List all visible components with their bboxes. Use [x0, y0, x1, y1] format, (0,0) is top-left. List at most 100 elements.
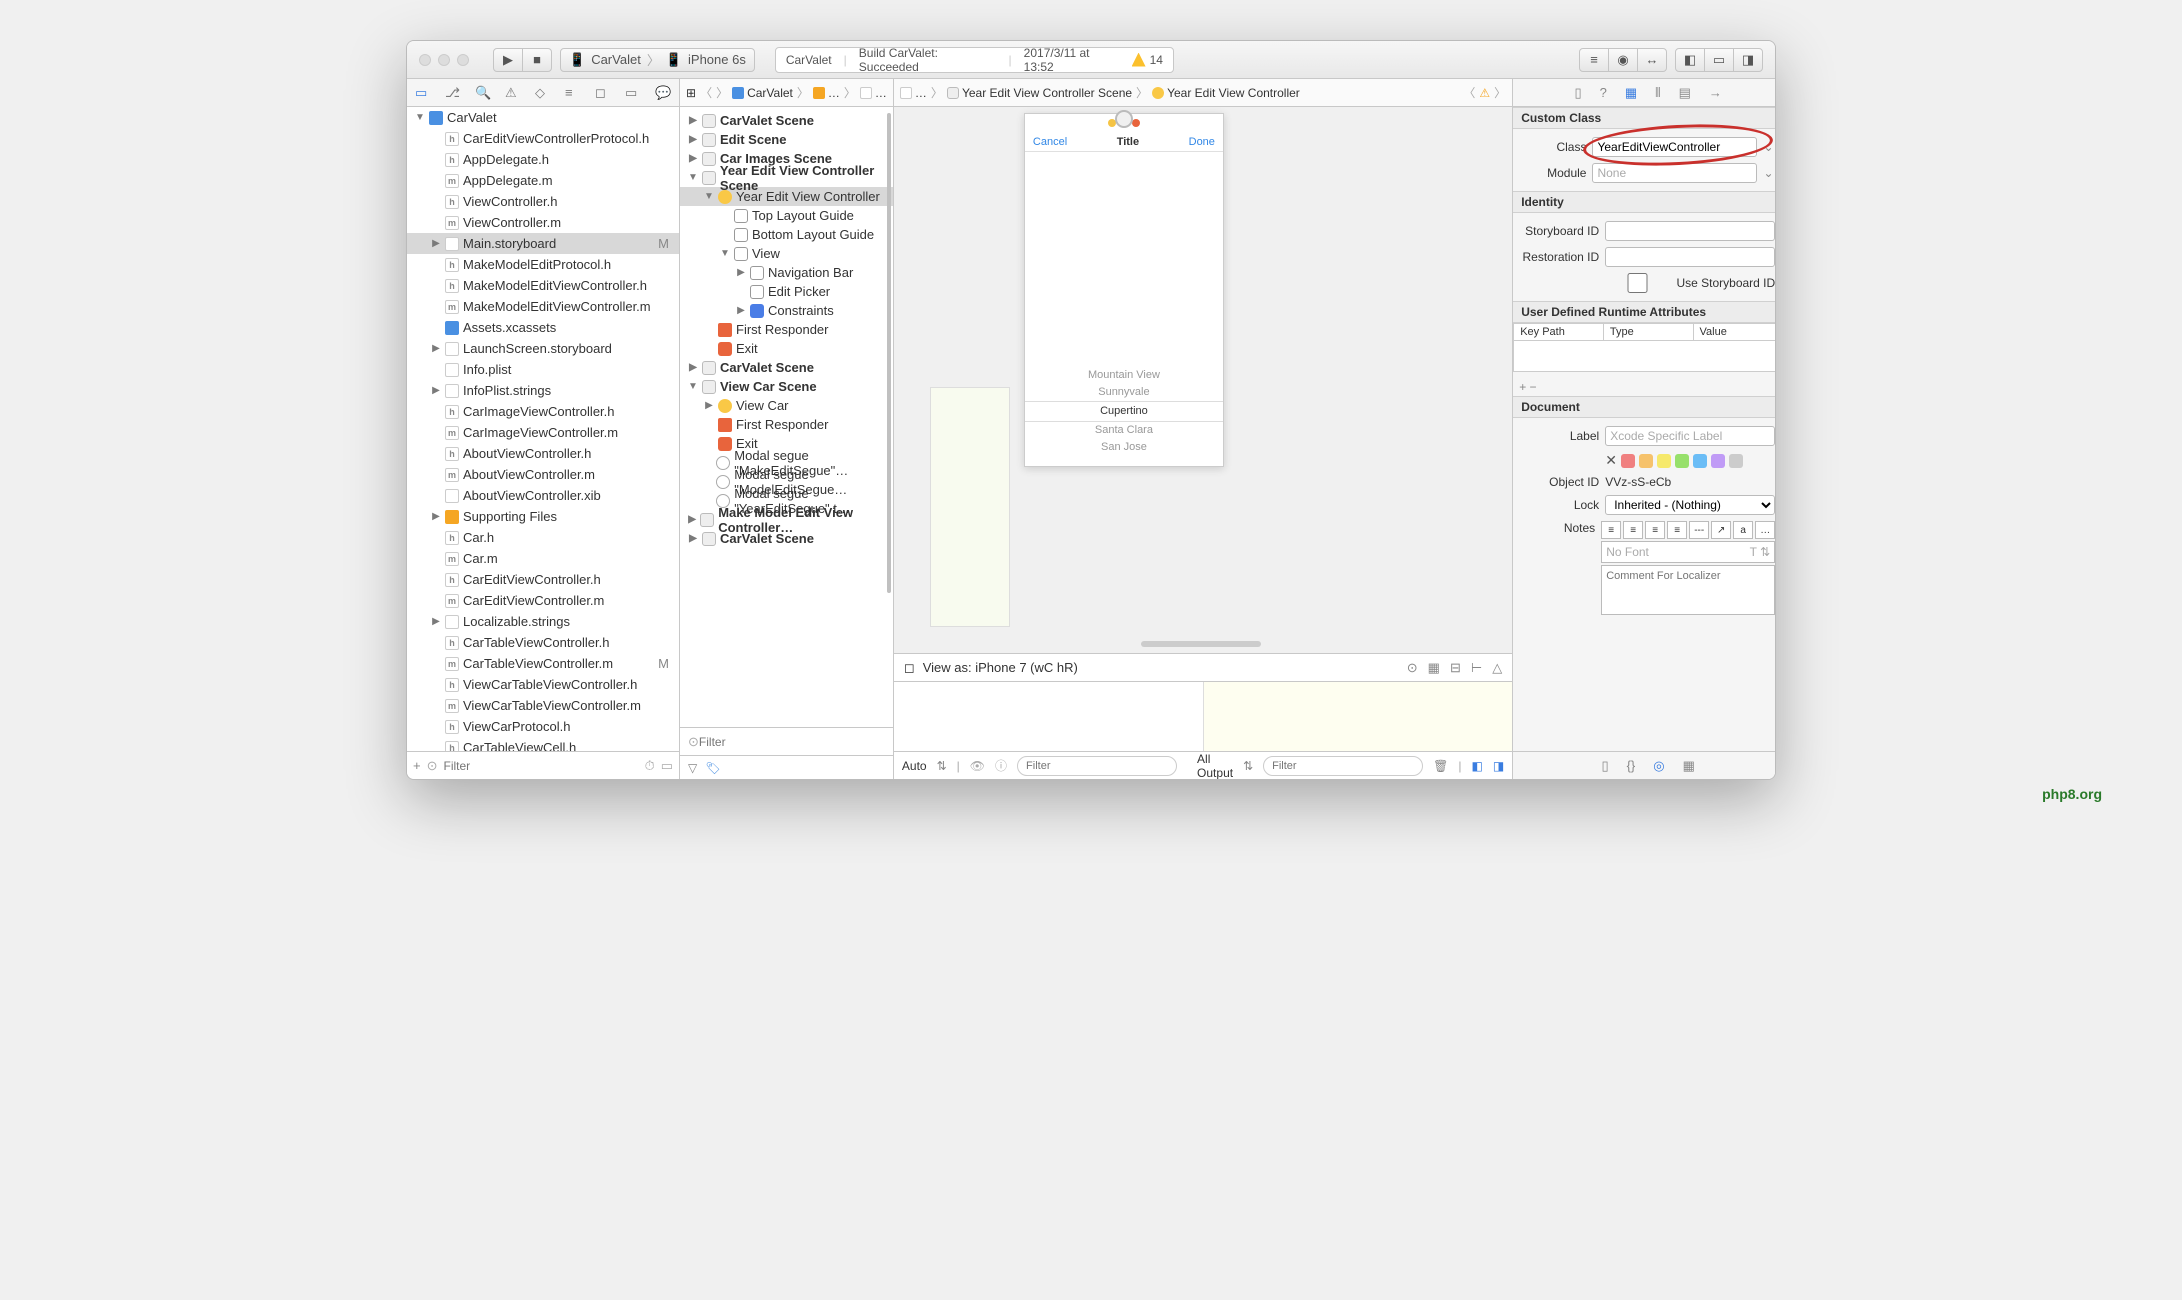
jump-bar-item[interactable]: … [860, 86, 887, 100]
tree-row[interactable]: hViewCarTableViewController.h [407, 674, 679, 695]
tree-row[interactable]: hCarEditViewController.h [407, 569, 679, 590]
toggle-navigator-button[interactable]: ◧ [1675, 48, 1705, 72]
identity-inspector-tab[interactable]: ▦ [1625, 85, 1637, 101]
scene-dock-icon[interactable] [1115, 110, 1133, 128]
purple-swatch[interactable] [1711, 454, 1725, 468]
align-right-button[interactable]: ≡ [1645, 521, 1665, 539]
exit-icon[interactable] [1132, 119, 1140, 127]
report-navigator-tab[interactable]: 💬 [655, 85, 671, 101]
tree-row[interactable]: mCarTableViewController.mM [407, 653, 679, 674]
align-justify-button[interactable]: ≡ [1667, 521, 1687, 539]
jump-bar-viewcontroller[interactable]: Year Edit View Controller [1152, 86, 1300, 100]
outline-row[interactable]: ▶Make Model Edit View Controller… [680, 510, 893, 529]
size-inspector-tab[interactable]: ▤ [1679, 85, 1691, 101]
phone-scene[interactable]: Cancel Title Done Mountain ViewSunnyvale… [1024, 113, 1224, 467]
outline-row[interactable]: ▶View Car [680, 396, 893, 415]
resolve-icon[interactable]: △ [1492, 660, 1502, 676]
outline-row[interactable]: First Responder [680, 415, 893, 434]
tree-row[interactable]: hViewCarProtocol.h [407, 716, 679, 737]
tree-row[interactable]: hCarImageViewController.h [407, 401, 679, 422]
tree-row[interactable]: mViewController.m [407, 212, 679, 233]
minimize-window-button[interactable] [438, 54, 450, 66]
done-button[interactable]: Done [1189, 136, 1215, 148]
test-navigator-tab[interactable]: ≡ [565, 85, 581, 101]
pin-icon[interactable]: ⊢ [1471, 660, 1482, 676]
back-button[interactable]: 〈 [700, 84, 712, 101]
connections-inspector-tab[interactable]: → [1709, 85, 1722, 100]
toggle-inspector-button[interactable]: ◨ [1733, 48, 1763, 72]
tree-row[interactable]: hCar.h [407, 527, 679, 548]
zoom-window-button[interactable] [457, 54, 469, 66]
cancel-button[interactable]: Cancel [1033, 136, 1067, 148]
storyboard-canvas[interactable]: Cancel Title Done Mountain ViewSunnyvale… [894, 107, 1512, 653]
outline-row[interactable]: First Responder [680, 320, 893, 339]
project-tree[interactable]: ▼CarValethCarEditViewControllerProtocol.… [407, 107, 679, 751]
tree-row[interactable]: ▶InfoPlist.strings [407, 380, 679, 401]
tree-row[interactable]: mAppDelegate.m [407, 170, 679, 191]
hr-button[interactable]: --- [1689, 521, 1709, 539]
tree-row[interactable]: hViewController.h [407, 191, 679, 212]
outline-filter-input[interactable] [699, 735, 885, 749]
attributes-inspector-tab[interactable]: ⫴ [1655, 85, 1660, 101]
breakpoint-navigator-tab[interactable]: ▭ [625, 85, 641, 101]
align-center-button[interactable]: ≡ [1623, 521, 1643, 539]
media-library-tab[interactable]: ▦ [1683, 758, 1695, 774]
tree-row[interactable]: ▼CarValet [407, 107, 679, 128]
close-window-button[interactable] [419, 54, 431, 66]
doc-label-input[interactable] [1605, 426, 1775, 446]
orange-swatch[interactable] [1639, 454, 1653, 468]
tree-row[interactable]: AboutViewController.xib [407, 485, 679, 506]
tree-row[interactable]: mCar.m [407, 548, 679, 569]
tree-row[interactable]: mViewCarTableViewController.m [407, 695, 679, 716]
console-view[interactable] [1204, 682, 1513, 751]
find-navigator-tab[interactable]: ⚠ [505, 85, 521, 101]
tree-row[interactable]: ▶LaunchScreen.storyboard [407, 338, 679, 359]
font-picker-icon[interactable]: T ⇅ [1750, 545, 1771, 559]
use-storyboard-id-checkbox[interactable] [1605, 273, 1670, 293]
jump-bar-folder[interactable]: … [813, 86, 840, 100]
embed-icon[interactable]: ▦ [1428, 660, 1440, 676]
debug-navigator-tab[interactable]: ◻ [595, 85, 611, 101]
tag-toggle-icon[interactable]: ▽ [688, 761, 697, 775]
toggle-vars-icon[interactable]: ◧ [1472, 759, 1483, 773]
tree-row[interactable]: Assets.xcassets [407, 317, 679, 338]
red-swatch[interactable] [1621, 454, 1635, 468]
file-inspector-tab[interactable]: ▯ [1574, 85, 1581, 101]
auto-selector[interactable]: Auto [902, 759, 927, 773]
outline-row[interactable]: ▼View [680, 244, 893, 263]
localizer-comment-input[interactable] [1601, 565, 1775, 615]
variables-filter[interactable] [1017, 756, 1177, 776]
outline-tree[interactable]: ▶CarValet Scene▶Edit Scene▶Car Images Sc… [680, 107, 893, 727]
navigator-filter-input[interactable] [444, 759, 639, 773]
project-navigator-tab[interactable]: ▭ [415, 85, 431, 101]
variables-view[interactable] [894, 682, 1204, 751]
module-input[interactable] [1592, 163, 1757, 183]
tree-row[interactable]: Info.plist [407, 359, 679, 380]
tree-row[interactable]: hCarTableViewController.h [407, 632, 679, 653]
tree-row[interactable]: hCarTableViewCell.h [407, 737, 679, 751]
background-scene[interactable] [930, 387, 1010, 627]
issue-navigator-tab[interactable]: ◇ [535, 85, 551, 101]
green-swatch[interactable] [1675, 454, 1689, 468]
file-template-library-tab[interactable]: ▯ [1601, 758, 1608, 774]
outline-toggle-icon[interactable]: ◻ [904, 660, 915, 676]
picker-view[interactable]: Mountain ViewSunnyvaleCupertinoSanta Cla… [1025, 367, 1223, 456]
outline-row[interactable]: Exit [680, 339, 893, 358]
no-color-icon[interactable]: ✕ [1605, 452, 1617, 469]
jump-bar-project[interactable]: CarValet [732, 86, 793, 100]
canvas-scrollbar[interactable] [1141, 641, 1261, 647]
forward-button[interactable]: 〉 [716, 84, 728, 101]
outline-row[interactable]: Edit Picker [680, 282, 893, 301]
blue-swatch[interactable] [1693, 454, 1707, 468]
tree-row[interactable]: hMakeModelEditProtocol.h [407, 254, 679, 275]
source-control-tab[interactable]: ⎇ [445, 85, 461, 101]
quicklook-icon[interactable]: 👁 [970, 759, 985, 773]
toggle-debug-button[interactable]: ▭ [1704, 48, 1734, 72]
stop-button[interactable]: ■ [522, 48, 552, 72]
tree-row[interactable]: mCarImageViewController.m [407, 422, 679, 443]
add-attribute-button[interactable]: + [1519, 380, 1526, 394]
recent-filter-icon[interactable]: ⏱ [645, 758, 655, 774]
tree-row[interactable]: mAboutViewController.m [407, 464, 679, 485]
clear-console-icon[interactable]: 🗑 [1433, 759, 1448, 773]
scheme-selector[interactable]: 📱 CarValet 〉 📱 iPhone 6s [560, 48, 755, 72]
